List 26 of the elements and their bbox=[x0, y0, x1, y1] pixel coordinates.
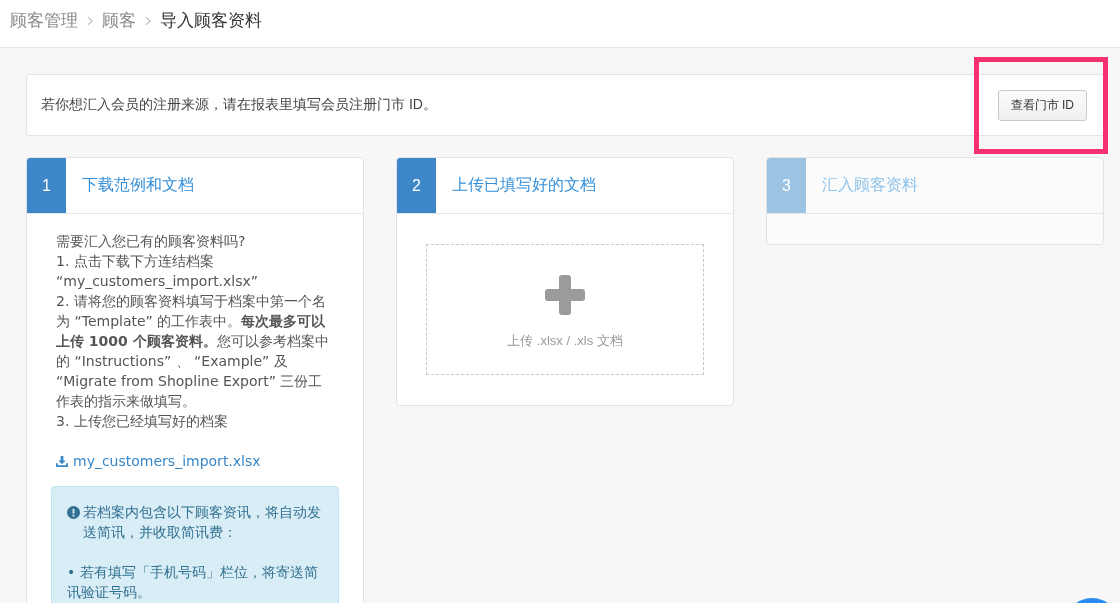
notice-text: 若你想汇入会员的注册来源，请在报表里填写会员注册门市 ID。 bbox=[41, 96, 437, 114]
instruction-text: 2. 请将您的顾客资料填写于档案中第一个名为 “Template” 的工作表中。每次最多可以上传 1000 个顾客资料。您可以参考档案中的 “Instructions” 、 “Example” 及 “Migrate from Shopline Export” 三份工作表的指示来做填写。 bbox=[56, 292, 330, 411]
instruction-text: 3. 上传您已经填写好的档案 bbox=[56, 412, 229, 431]
step-number: 2 bbox=[397, 158, 436, 213]
step-title: 汇入顾客资料 bbox=[822, 175, 918, 195]
download-icon bbox=[56, 455, 68, 467]
view-store-id-button[interactable]: 查看门市 ID bbox=[997, 89, 1087, 121]
floating-action-button[interactable] bbox=[1074, 597, 1110, 603]
breadcrumb-item: 导入顾客资料 bbox=[160, 10, 262, 32]
plus-icon bbox=[545, 275, 585, 315]
step-number: 1 bbox=[27, 158, 66, 213]
chevron-right-icon bbox=[145, 16, 151, 26]
alert-text: 若档案内包含以下顾客资讯，将自动发送简讯，并收取简讯费： bbox=[83, 503, 322, 542]
step-number: 3 bbox=[767, 158, 806, 213]
exclamation-circle-icon bbox=[67, 506, 80, 519]
step-title: 上传已填写好的文档 bbox=[452, 175, 596, 195]
instruction-text: 1. 点击下载下方连结档案 “my_customers_import.xlsx” bbox=[56, 252, 260, 291]
chevron-right-icon bbox=[87, 16, 93, 26]
step-title: 下载范例和文档 bbox=[82, 175, 194, 195]
download-link[interactable]: my_customers_import.xlsx bbox=[56, 451, 261, 471]
instruction-text: 需要汇入您已有的顾客资料吗? bbox=[56, 232, 247, 251]
alert-text: • 若有填写「手机号码」栏位，将寄送简讯验证号码。 bbox=[67, 563, 319, 602]
upload-dropzone[interactable]: 上传 .xlsx / .xls 文档 bbox=[426, 244, 704, 375]
breadcrumb-item[interactable]: 顾客管理 bbox=[10, 10, 78, 32]
dropzone-text: 上传 .xlsx / .xls 文档 bbox=[507, 332, 623, 350]
breadcrumb-item[interactable]: 顾客 bbox=[102, 10, 136, 32]
